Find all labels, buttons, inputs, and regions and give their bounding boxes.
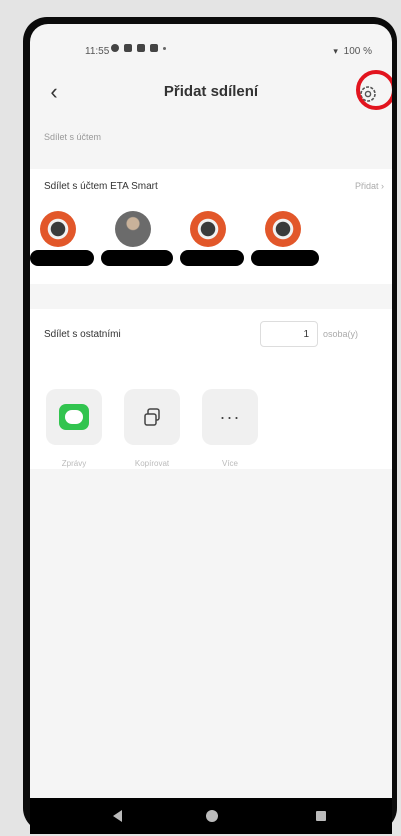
notification-icon: [124, 44, 132, 52]
share-account-heading: Sdílet s účtem ETA Smart: [44, 181, 158, 192]
person-unit-label: osoba(y): [323, 329, 359, 339]
account-avatar-4[interactable]: [265, 211, 301, 247]
add-account-link[interactable]: Přidat ›: [355, 181, 384, 191]
nav-home-icon[interactable]: [206, 810, 218, 822]
settings-button[interactable]: [356, 70, 392, 110]
redacted-name: [180, 250, 244, 266]
app-label: Více: [221, 459, 238, 468]
share-via-messages[interactable]: Zprávy: [46, 389, 102, 468]
notification-icons: [111, 44, 166, 52]
section-label-share-account: Sdílet s účtem: [44, 132, 102, 142]
page-title: Přidat sdílení: [163, 83, 259, 100]
app-label: Zprávy: [61, 459, 87, 468]
status-bar: 11:55 ▾ 100 %: [30, 24, 392, 68]
more-notifications-icon: [163, 46, 166, 50]
nav-recents-icon[interactable]: [316, 811, 326, 821]
share-app-list: Zprávy Kopírovat ··· Více: [46, 389, 258, 468]
share-account-card: Sdílet s účtem ETA Smart Přidat ›: [30, 169, 392, 284]
share-more[interactable]: ··· Více: [202, 389, 258, 468]
status-time: 11:55: [85, 46, 110, 57]
copy-icon: [144, 408, 160, 426]
share-others-heading: Sdílet s ostatními: [44, 329, 121, 340]
share-copy[interactable]: Kopírovat: [124, 389, 180, 468]
avatar: [190, 211, 226, 247]
app-tile: ···: [202, 389, 258, 445]
avatar: [115, 211, 151, 247]
redacted-name: [101, 250, 173, 266]
avatar-list: [40, 211, 301, 247]
highlight-circle: [356, 70, 392, 110]
redacted-name: [30, 250, 94, 266]
app-tile: [124, 389, 180, 445]
battery-text: 100 %: [343, 46, 372, 57]
app-tile: [46, 389, 102, 445]
avatar: [265, 211, 301, 247]
chevron-right-icon: ›: [381, 181, 384, 191]
share-others-card: Sdílet s ostatními 1 osoba(y) Zprávy Kop…: [30, 309, 392, 469]
nav-back-icon[interactable]: [113, 810, 122, 822]
add-label: Přidat: [354, 181, 379, 191]
avatar: [40, 211, 76, 247]
notification-icon: [137, 44, 145, 52]
app-screen: 11:55 ▾ 100 % ‹ Přidat sdílení Sdílet s …: [30, 24, 392, 798]
redacted-name: [251, 250, 319, 266]
message-icon: [59, 404, 89, 430]
app-label: Kopírovat: [134, 459, 170, 468]
account-avatar-3[interactable]: [190, 211, 226, 247]
status-right: ▾ 100 %: [333, 46, 372, 57]
more-icon: ···: [219, 407, 241, 427]
notification-icon: [150, 44, 158, 52]
redacted-names: [30, 250, 319, 266]
person-count-input[interactable]: 1: [260, 321, 318, 347]
wifi-icon: ▾: [333, 46, 338, 56]
notification-icon: [111, 44, 119, 52]
system-nav-bar: [30, 798, 392, 834]
account-avatar-2[interactable]: [115, 211, 151, 247]
account-avatar-1[interactable]: [40, 211, 76, 247]
app-header: ‹ Přidat sdílení: [30, 70, 392, 112]
